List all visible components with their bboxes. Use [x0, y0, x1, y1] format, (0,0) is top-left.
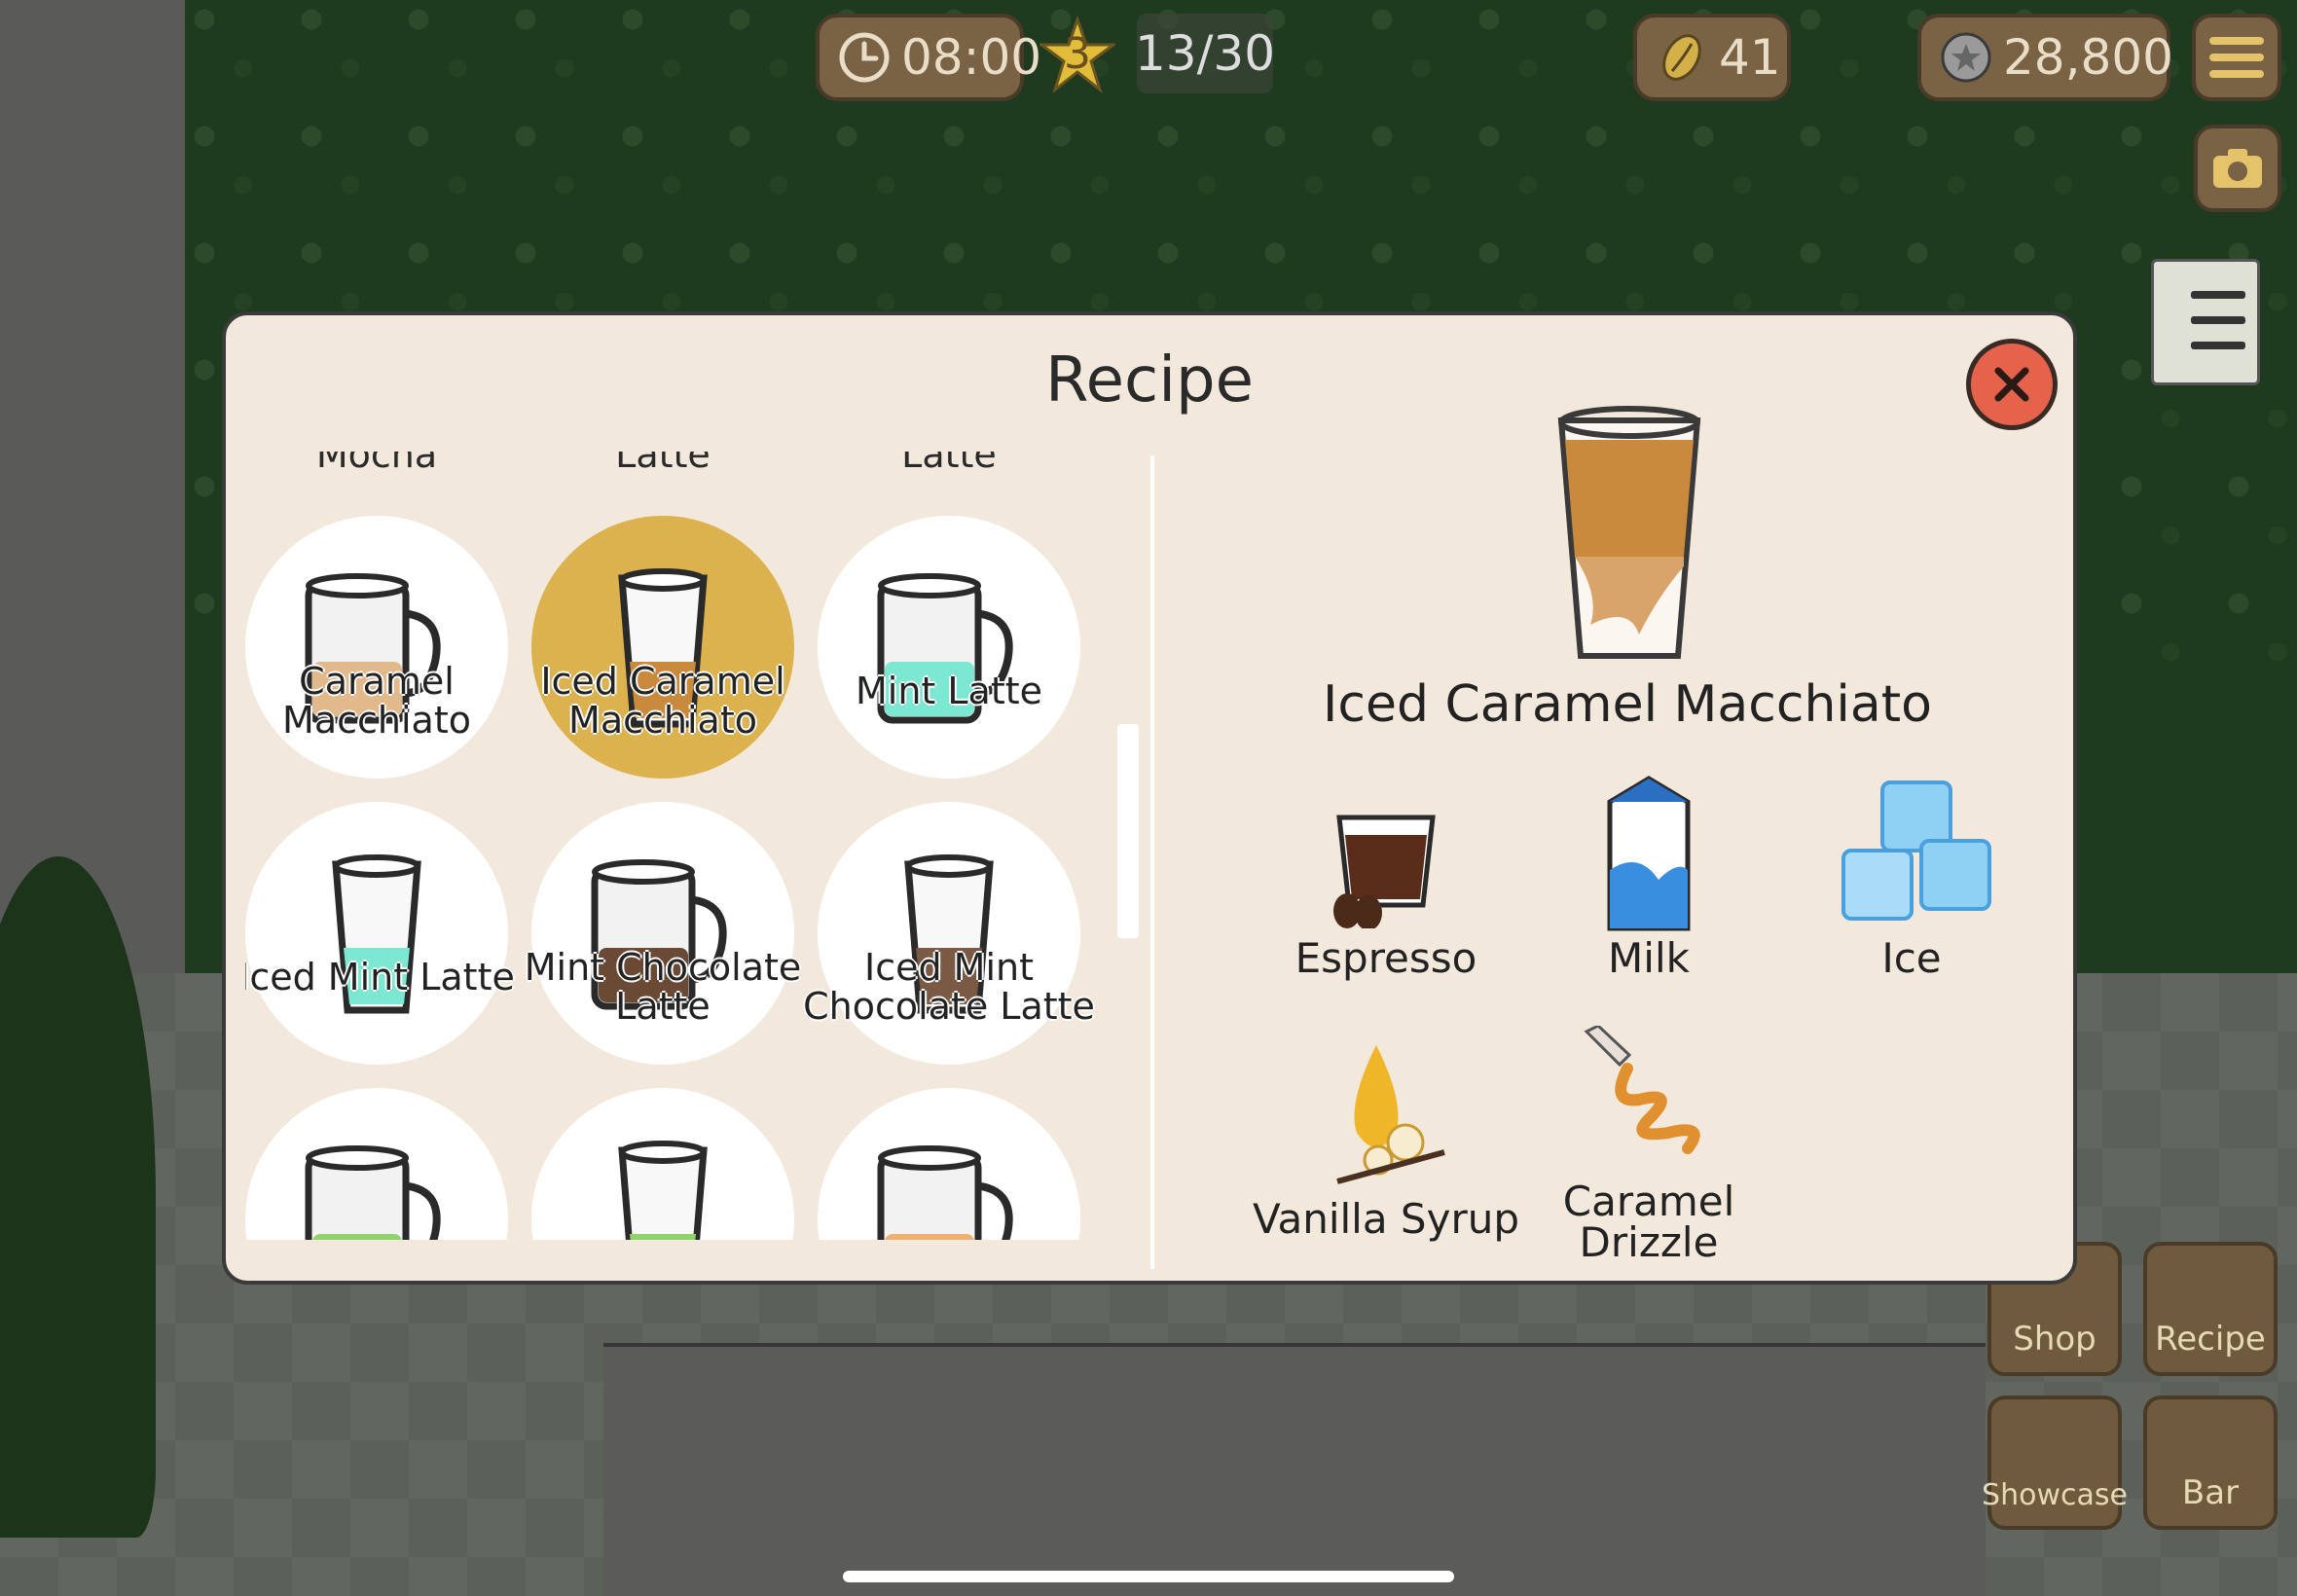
recipe-item[interactable]: Mint Chocolate Latte: [525, 802, 801, 1065]
camera-button[interactable]: [2194, 125, 2281, 212]
glass-icon: [585, 1137, 741, 1240]
ingredient-vanilla-syrup: Vanilla Syrup: [1253, 1035, 1519, 1250]
recipe-item-label: Iced Mint Latte: [245, 956, 515, 998]
checklist-line: [2191, 342, 2245, 349]
recipe-item[interactable]: Mint Latte: [818, 516, 1080, 779]
ingredient-espresso: Espresso: [1269, 792, 1503, 987]
recipe-item-label: Iced Caramel Macchiato: [540, 660, 785, 742]
checklist-button[interactable]: [2151, 259, 2260, 385]
coin-value: 28,800: [2003, 29, 2173, 86]
recipe-modal: Recipe Mocha Latte Latte Caramel Macchiato I…: [222, 311, 2077, 1285]
close-button[interactable]: [1966, 339, 2058, 430]
recipe-label-cut: Latte: [531, 452, 794, 469]
espresso-icon: [1318, 792, 1454, 930]
recipe-item-label: Mint Chocolate Latte: [524, 946, 802, 1028]
shop-label: Shop: [2013, 1320, 2096, 1359]
level-star: 3: [1037, 15, 1118, 94]
time-value: 08:00: [901, 29, 1042, 86]
recipe-scrollbar[interactable]: [1117, 724, 1139, 938]
ingredient-label: Ice: [1881, 934, 1942, 982]
checklist-line: [2191, 316, 2245, 324]
mug-icon: [871, 1137, 1027, 1240]
showcase-label: Showcase: [1982, 1478, 2128, 1512]
milk-carton-icon: [1581, 773, 1717, 938]
recipe-button[interactable]: Recipe: [2143, 1242, 2278, 1376]
vanilla-syrup-icon: [1318, 1035, 1454, 1191]
hamburger-icon-bar: [2209, 37, 2264, 45]
ingredient-label: Milk: [1608, 934, 1690, 982]
bar-button[interactable]: Bar: [2143, 1396, 2278, 1530]
coin-icon: [1939, 30, 1993, 85]
ingredient-label: Espresso: [1294, 934, 1477, 982]
showcase-button[interactable]: Showcase: [1982, 1396, 2128, 1530]
bean-counter: 41: [1633, 14, 1791, 101]
clock-icon: [837, 30, 892, 85]
panel-divider: [1150, 455, 1154, 1269]
modal-title: Recipe: [1045, 345, 1254, 417]
mug-icon: [299, 1137, 455, 1240]
coin-counter: 28,800: [1917, 14, 2173, 101]
recipe-item-label: Iced Mint Chocolate Latte: [803, 946, 1095, 1028]
recipe-item[interactable]: Caramel Macchiato: [245, 516, 508, 779]
recipe-grid[interactable]: Mocha Latte Latte Caramel Macchiato Iced Car…: [245, 452, 1121, 1240]
coffee-bean-icon: [1655, 30, 1709, 85]
selected-drink-name: Iced Caramel Macchiato: [1323, 675, 1932, 734]
recipe-item-label: Caramel Macchiato: [282, 660, 471, 742]
star-progress: 13/30: [1135, 14, 1275, 93]
time-display: 08:00: [816, 14, 1041, 101]
recipe-item[interactable]: [245, 1088, 508, 1240]
ingredient-caramel-drizzle: Caramel Drizzle: [1532, 1024, 1766, 1263]
recipe-label-cut: Mocha: [245, 452, 508, 469]
recipe-item[interactable]: [818, 1088, 1080, 1240]
bean-value: 41: [1719, 29, 1781, 86]
recipe-item-label: Mint Latte: [855, 670, 1043, 712]
recipe-label-cut: Latte: [818, 452, 1080, 469]
ingredient-milk: Milk: [1532, 773, 1766, 987]
ingredient-label: Vanilla Syrup: [1253, 1195, 1519, 1243]
selected-drink-image: [1551, 401, 1707, 664]
recipe-label: Recipe: [2155, 1320, 2266, 1359]
recipe-item[interactable]: Iced Mint Chocolate Latte: [803, 802, 1095, 1065]
recipe-item[interactable]: Iced Mint Latte: [245, 802, 515, 1065]
menu-button[interactable]: [2192, 14, 2281, 101]
level-value: 3: [1064, 29, 1091, 79]
checklist-line: [2191, 291, 2245, 299]
camera-icon: [2213, 149, 2262, 188]
ingredient-label: Caramel Drizzle: [1562, 1178, 1735, 1266]
close-icon: [1994, 367, 2029, 402]
ingredient-ice: Ice: [1795, 773, 2028, 987]
bar-label: Bar: [2181, 1473, 2240, 1512]
caramel-drizzle-icon: [1581, 1024, 1717, 1172]
hamburger-icon-bar: [2209, 54, 2264, 61]
recipe-item[interactable]: [531, 1088, 794, 1240]
recipe-item[interactable]: Iced Caramel Macchiato: [531, 516, 794, 779]
hamburger-icon-bar: [2209, 70, 2264, 78]
home-indicator[interactable]: [843, 1571, 1454, 1582]
ice-cubes-icon: [1834, 773, 1999, 938]
